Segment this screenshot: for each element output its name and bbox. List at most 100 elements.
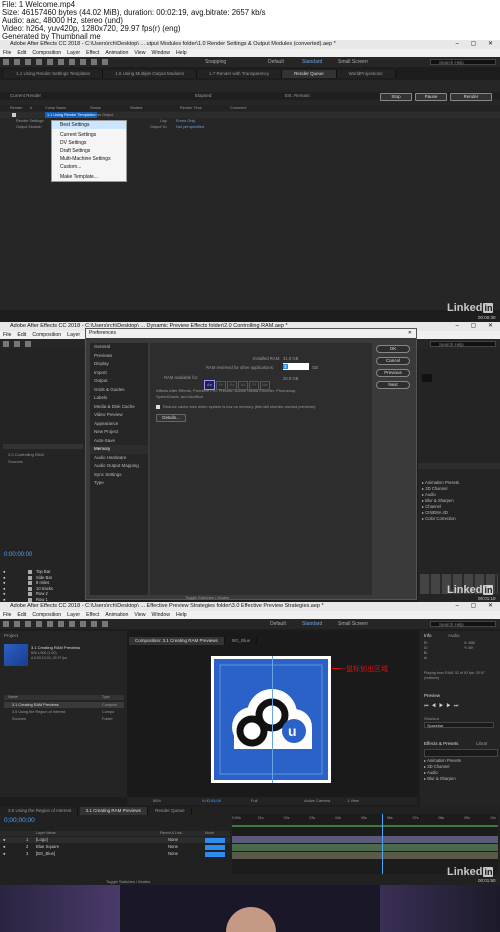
type-tool-icon[interactable] — [91, 59, 97, 65]
ram-reserved-input[interactable]: 3 — [283, 363, 309, 370]
menu-effect[interactable]: Effect — [86, 612, 99, 618]
visibility-eye-icon[interactable]: ● — [3, 837, 6, 843]
shape-tool-icon[interactable] — [69, 59, 75, 65]
nav-labels[interactable]: Labels — [90, 394, 148, 403]
pause-button[interactable]: Pause — [415, 93, 447, 101]
pen-tool-icon[interactable] — [80, 621, 86, 627]
nav-display[interactable]: Display — [90, 360, 148, 369]
label-color-swatch[interactable] — [28, 581, 32, 585]
window-controls[interactable]: – ▢ ✕ — [456, 602, 498, 611]
effects-search-field[interactable] — [424, 749, 498, 757]
project-item-comp[interactable]: 2.0 Controlling RAM — [8, 452, 44, 457]
track-bg-blue[interactable] — [232, 852, 498, 859]
queue-row[interactable]: 1.1 Using Render Templates Needs Output — [0, 112, 500, 118]
menu-item-current-settings[interactable]: Current Settings — [52, 131, 126, 139]
search-help-field[interactable]: Search Help — [430, 59, 496, 65]
render-button[interactable]: Render — [450, 93, 492, 101]
zoom-tool-icon[interactable] — [25, 341, 31, 347]
project-row-ram-previews[interactable]: 3.1 Creating RAM Previews Composi — [4, 702, 124, 708]
output-to-value[interactable]: Not yet specified — [176, 125, 204, 129]
nav-grids-guides[interactable]: Grids & Guides — [90, 386, 148, 395]
menu-view[interactable]: View — [134, 50, 145, 56]
tab-ram-previews[interactable]: 3.1 Creating RAM Previews — [79, 807, 148, 815]
track-blue-square[interactable] — [232, 844, 498, 851]
dialog-close-icon[interactable]: ✕ — [408, 329, 412, 338]
menu-edit[interactable]: Edit — [17, 332, 26, 338]
visibility-eye-icon[interactable]: ● — [3, 851, 6, 857]
libraries-label[interactable]: Librar — [476, 741, 488, 746]
menu-item-dv-settings[interactable]: DV Settings — [52, 139, 126, 147]
selection-tool-icon[interactable] — [3, 621, 9, 627]
effect-blur-sharpen[interactable]: ▸ Blur & Sharpen — [424, 776, 461, 782]
shape-tool-icon[interactable] — [69, 621, 75, 627]
preview-controls[interactable]: ⏮◀▶▶⏭ — [424, 703, 461, 709]
menu-composition[interactable]: Composition — [32, 332, 61, 338]
timeline-layer-row[interactable]: ● 1 [Logo] None — [0, 837, 230, 843]
menu-animation[interactable]: Animation — [105, 612, 128, 618]
stop-button[interactable]: Stop — [380, 93, 412, 101]
log-value[interactable]: Errors Only — [176, 119, 195, 123]
view-layout-select[interactable]: 1 View — [347, 797, 359, 805]
selection-tool-icon[interactable] — [3, 59, 9, 65]
work-area-bar[interactable] — [232, 825, 498, 827]
playhead[interactable] — [382, 814, 383, 874]
project-item-sources[interactable]: Sources — [8, 459, 23, 464]
label-color-swatch[interactable] — [28, 586, 32, 591]
zoom-tool-icon[interactable] — [25, 59, 31, 65]
menu-edit[interactable]: Edit — [17, 50, 26, 56]
mode-highlight[interactable] — [205, 837, 225, 843]
effect-color-correction[interactable]: ▸ Color Correction — [422, 516, 459, 522]
menu-layer[interactable]: Layer — [67, 50, 80, 56]
pan-tool-icon[interactable] — [58, 59, 64, 65]
mode-highlight[interactable] — [205, 844, 225, 850]
nav-new-project[interactable]: New Project — [90, 428, 148, 437]
zoom-tool-icon[interactable] — [25, 621, 31, 627]
time-ruler[interactable]: 0:00s 01s 02s 03s 04s 05s 06s 07s 08s 09s 10s — [232, 816, 498, 824]
nav-memory[interactable]: Memory — [90, 445, 148, 454]
nav-general[interactable]: General — [90, 343, 148, 352]
label-color-swatch[interactable] — [28, 570, 32, 574]
menu-help[interactable]: Help — [176, 50, 187, 56]
tab-render-queue[interactable]: Render Queue — [282, 70, 337, 78]
nav-audio-output-mapping[interactable]: Audio Output Mapping — [90, 462, 148, 471]
nav-media-disk-cache[interactable]: Media & Disk Cache — [90, 403, 148, 412]
toggle-switches-label[interactable]: Toggle Switches / Modes — [185, 595, 229, 600]
menu-effect[interactable]: Effect — [86, 50, 99, 56]
tab-bg-blue[interactable]: BG_Blue — [226, 637, 258, 645]
menu-item-multi-machine[interactable]: Multi-Machine Settings — [52, 155, 126, 163]
visibility-eye-icon[interactable]: ● — [3, 844, 6, 850]
label-color-swatch[interactable] — [28, 592, 32, 596]
render-checkbox[interactable] — [12, 113, 16, 117]
menu-window[interactable]: Window — [152, 50, 170, 56]
camera-select[interactable]: Active Camera — [304, 797, 330, 805]
nav-import[interactable]: Import — [90, 369, 148, 378]
menu-item-custom[interactable]: Custom... — [52, 163, 126, 171]
menu-layer[interactable]: Layer — [67, 332, 80, 338]
label-color-swatch[interactable] — [28, 575, 32, 580]
pan-tool-icon[interactable] — [58, 621, 64, 627]
window-controls[interactable]: – ▢ ✕ — [456, 40, 498, 49]
menu-file[interactable]: File — [3, 332, 11, 338]
hand-tool-icon[interactable] — [14, 341, 20, 347]
details-button[interactable]: Details... — [156, 414, 186, 422]
window-controls[interactable]: – ▢ ✕ — [456, 322, 498, 331]
nav-sync-settings[interactable]: Sync Settings — [90, 471, 148, 480]
tab-region-of-interest[interactable]: 3.5 Using the Region of Interest — [2, 807, 79, 815]
track-logo[interactable] — [232, 836, 498, 843]
menu-composition[interactable]: Composition — [32, 50, 61, 56]
resolution-select[interactable]: Full — [251, 797, 257, 805]
menu-window[interactable]: Window — [152, 612, 170, 618]
label-color-swatch[interactable] — [28, 597, 32, 602]
rotate-tool-icon[interactable] — [36, 59, 42, 65]
nav-output[interactable]: Output — [90, 377, 148, 386]
info-tab[interactable]: Info — [424, 633, 432, 638]
nav-appearance[interactable]: Appearance — [90, 420, 148, 429]
nav-previews[interactable]: Previews — [90, 352, 148, 361]
snapping-toggle[interactable]: Snapping — [205, 57, 226, 67]
project-row-sources[interactable]: Sources Folder — [4, 716, 124, 722]
menu-edit[interactable]: Edit — [17, 612, 26, 618]
parent-select[interactable]: None — [168, 837, 178, 843]
workspace-standard[interactable]: Standard — [302, 57, 322, 67]
parent-select[interactable]: None — [168, 844, 178, 850]
tab-render-templates[interactable]: 1.1 Using Render Settings Templates — [4, 70, 104, 78]
